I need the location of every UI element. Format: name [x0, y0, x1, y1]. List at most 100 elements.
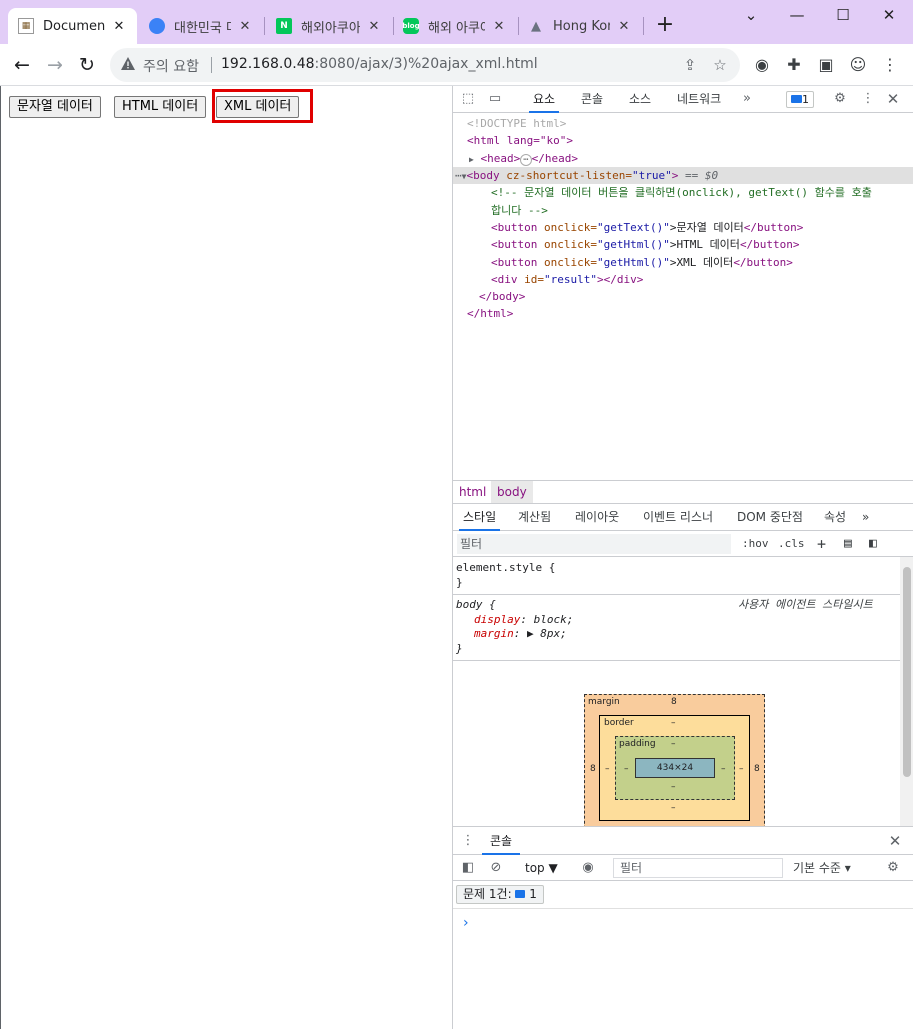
margin-right-value[interactable]: 8: [754, 764, 760, 774]
console-sidebar-icon[interactable]: ◧: [459, 859, 477, 877]
tab-network[interactable]: 네트워크: [673, 86, 725, 113]
padding-left-value[interactable]: –: [624, 764, 629, 774]
toggle-sidebar-icon[interactable]: ◧: [869, 535, 877, 553]
padding-top-value[interactable]: –: [671, 739, 676, 749]
tab-close-icon[interactable]: ✕: [491, 19, 507, 34]
url-text[interactable]: 192.168.0.48:8080/ajax/3)%20ajax_xml.htm…: [221, 56, 538, 72]
tab-console[interactable]: 콘솔: [577, 86, 607, 113]
issues-chip[interactable]: 문제 1건: 1: [456, 885, 544, 904]
warning-icon[interactable]: [120, 56, 136, 72]
console-settings-icon[interactable]: ⚙: [884, 859, 902, 877]
more-options-icon[interactable]: ⋮: [859, 90, 877, 108]
new-tab-button[interactable]: +: [653, 12, 677, 40]
tab-close-icon[interactable]: ✕: [616, 19, 632, 34]
dom-result-div[interactable]: <div id="result"></div>: [491, 271, 643, 288]
styles-scrollbar[interactable]: [900, 557, 913, 826]
forward-button[interactable]: →: [42, 52, 68, 78]
padding-bottom-value[interactable]: –: [671, 782, 676, 792]
drawer-menu-icon[interactable]: ⋮: [459, 832, 477, 850]
breadcrumb-body[interactable]: body: [491, 481, 533, 503]
back-button[interactable]: ←: [9, 52, 35, 78]
camera-icon[interactable]: ◉: [751, 54, 773, 76]
collapsed-ellipsis-icon[interactable]: ⋯: [520, 154, 532, 166]
side-panel-icon[interactable]: ▣: [815, 54, 837, 76]
dom-html-open[interactable]: <html lang="ko">: [467, 132, 573, 149]
box-model-content[interactable]: 434×24: [635, 758, 715, 778]
expand-arrow-icon[interactable]: ▶: [469, 155, 474, 164]
string-data-button[interactable]: 문자열 데이터: [9, 96, 101, 118]
dom-comment-line2[interactable]: 합니다 -->: [491, 202, 548, 219]
tab-computed[interactable]: 계산됨: [514, 504, 555, 531]
device-toolbar-icon[interactable]: ▭: [486, 90, 504, 108]
tab-properties[interactable]: 속성: [820, 504, 850, 531]
console-filter-input[interactable]: 필터: [613, 858, 783, 878]
node-more-icon[interactable]: ⋯: [455, 169, 462, 182]
tab-close-icon[interactable]: ✕: [111, 19, 127, 34]
inspect-element-icon[interactable]: ⬚: [459, 90, 477, 108]
html-data-button[interactable]: HTML 데이터: [114, 96, 207, 118]
breadcrumb-html[interactable]: html: [453, 481, 492, 503]
tab-layout[interactable]: 레이아웃: [571, 504, 623, 531]
dom-html-close[interactable]: </html>: [467, 305, 513, 322]
border-left-value[interactable]: –: [605, 764, 610, 774]
security-status[interactable]: 주의 요함: [143, 56, 199, 76]
dom-button-1[interactable]: <button onclick="getText()">문자열 데이터</but…: [491, 219, 803, 236]
dom-body-close[interactable]: </body>: [479, 288, 525, 305]
styles-filter-input[interactable]: 필터: [457, 534, 731, 554]
tab-sources[interactable]: 소스: [625, 86, 655, 113]
profile-icon[interactable]: ☺: [847, 54, 869, 76]
close-devtools-icon[interactable]: ✕: [884, 90, 902, 108]
extensions-icon[interactable]: ✚: [783, 54, 805, 76]
display-property[interactable]: display: block;: [474, 613, 573, 628]
margin-property[interactable]: margin: ▶ 8px;: [474, 627, 567, 642]
maximize-button[interactable]: ☐: [828, 4, 858, 26]
drawer-tab-console[interactable]: 콘솔: [482, 827, 521, 855]
border-top-value[interactable]: –: [671, 718, 676, 728]
border-right-value[interactable]: –: [739, 764, 744, 774]
bookmark-star-icon[interactable]: ☆: [710, 55, 730, 75]
margin-top-value[interactable]: 8: [671, 697, 677, 707]
tab-search-button[interactable]: ⌄: [736, 4, 766, 26]
menu-icon[interactable]: ⋮: [879, 54, 901, 76]
close-window-button[interactable]: ✕: [874, 4, 904, 26]
border-bottom-value[interactable]: –: [671, 803, 676, 813]
tab-document[interactable]: ▦ Document ✕: [8, 8, 137, 44]
tab-korea[interactable]: 대한민국 다 ✕: [139, 8, 263, 44]
context-select[interactable]: top ▼: [525, 859, 558, 877]
dom-doctype[interactable]: <!DOCTYPE html>: [467, 115, 566, 132]
tab-elements[interactable]: 요소: [529, 86, 560, 113]
issues-badge[interactable]: 1: [786, 91, 814, 108]
element-style-selector[interactable]: element.style {: [456, 561, 555, 576]
paint-icon[interactable]: ▤: [844, 535, 852, 553]
settings-icon[interactable]: ⚙: [831, 90, 849, 108]
tab-hong-kong[interactable]: ▲ Hong Kong ✕: [518, 8, 642, 44]
padding-right-value[interactable]: –: [721, 764, 726, 774]
tab-close-icon[interactable]: ✕: [237, 19, 253, 34]
margin-left-value[interactable]: 8: [590, 764, 596, 774]
new-rule-icon[interactable]: +: [817, 535, 826, 553]
console-prompt-icon[interactable]: ›: [463, 915, 469, 931]
dom-button-2[interactable]: <button onclick="getHtml()">HTML 데이터</bu…: [491, 236, 800, 253]
eye-icon[interactable]: ◉: [579, 859, 597, 877]
more-tabs-icon[interactable]: »: [858, 504, 873, 531]
hover-state-toggle[interactable]: :hov: [742, 535, 769, 553]
dom-comment-line1[interactable]: <!-- 문자열 데이터 버튼을 클릭하면(onclick), getText(…: [491, 184, 872, 201]
dom-button-3[interactable]: <button onclick="getHtml()">XML 데이터</but…: [491, 254, 793, 271]
class-toggle[interactable]: .cls: [778, 535, 805, 553]
log-level-select[interactable]: 기본 수준 ▾: [793, 859, 851, 877]
tab-styles[interactable]: 스타일: [459, 504, 501, 531]
reload-button[interactable]: ↻: [74, 52, 100, 78]
close-drawer-icon[interactable]: ✕: [886, 832, 904, 850]
tab-aqua-blog[interactable]: blog 해외 아쿠아 ✕: [393, 8, 517, 44]
share-icon[interactable]: ⇪: [680, 55, 700, 75]
clear-console-icon[interactable]: ⊘: [487, 859, 505, 877]
body-rule-selector[interactable]: body {: [456, 598, 496, 613]
address-bar[interactable]: 주의 요함 192.168.0.48:8080/ajax/3)%20ajax_x…: [110, 48, 740, 82]
minimize-button[interactable]: —: [782, 4, 812, 26]
dom-body-node[interactable]: ⋯▼<body cz-shortcut-listen="true"> == $0: [455, 167, 718, 185]
tab-aqua-naver[interactable]: N 해외아쿠아 ✕: [266, 8, 392, 44]
tab-event-listeners[interactable]: 이벤트 리스너: [639, 504, 717, 531]
scrollbar-thumb[interactable]: [903, 567, 911, 777]
more-tabs-icon[interactable]: »: [738, 90, 756, 108]
tab-dom-breakpoints[interactable]: DOM 중단점: [733, 504, 807, 531]
